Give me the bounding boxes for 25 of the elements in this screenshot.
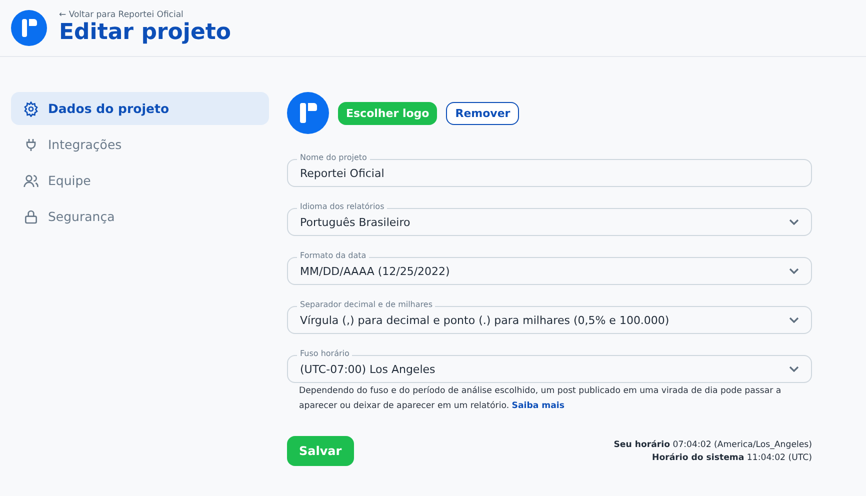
select-field[interactable]: Fuso horário (UTC-07:00) Los Angeles (287, 349, 812, 383)
select-field[interactable]: Separador decimal e de milhares Vírgula (,) para decimal e ponto (.) para milhares (0,5% e 100.000) (287, 300, 812, 334)
settings-icon (23, 100, 39, 116)
chevron-down-icon (789, 317, 799, 323)
chevron-down-icon (789, 268, 799, 274)
time-info: Seu horário 07:04:02 (America/Los_Angeles) (614, 439, 812, 452)
time-info: Horário do sistema 11:04:02 (UTC) (651, 452, 812, 465)
chevron-down-icon (789, 219, 799, 225)
logo-icon (11, 10, 47, 46)
select-field[interactable]: Idioma dos relatórios Português Brasileiro (287, 202, 812, 236)
timezone-note: Dependendo do fuso e do período de análise escolhido, um post publicado em uma virada de dia pode passar a aparecer ou deixar de aparecer em um relatório. Saiba mais (299, 385, 782, 413)
select-field[interactable]: Formato da data MM/DD/AAAA (12/25/2022) (287, 251, 812, 285)
sidebar-item[interactable]: Equipe (11, 164, 269, 197)
page-title: Editar projeto (59, 20, 231, 46)
input-field[interactable]: Nome do projeto Reportei Oficial (287, 153, 812, 187)
users-icon (23, 172, 39, 188)
learn-more-link[interactable]: Saiba mais (512, 401, 564, 411)
project-logo (287, 92, 329, 134)
sidebar-item[interactable]: Integrações (11, 128, 269, 161)
sidebar-item[interactable]: Segurança (11, 200, 269, 233)
sidebar-item[interactable]: Dados do projeto (11, 92, 269, 125)
remove-button[interactable]: Remover (446, 102, 520, 124)
back-link[interactable]: ← Voltar para Reportei Oficial (59, 10, 231, 20)
chevron-down-icon (789, 366, 799, 372)
lock-icon (23, 208, 39, 224)
